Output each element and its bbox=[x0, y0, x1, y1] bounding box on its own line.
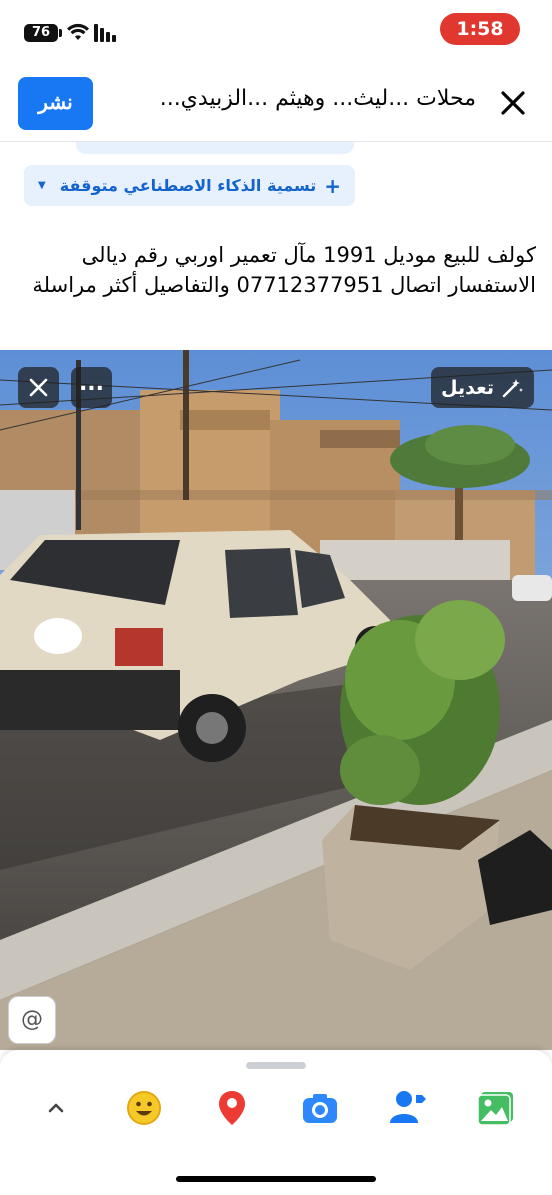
close-icon bbox=[29, 378, 48, 397]
mention-icon[interactable]: @ bbox=[8, 996, 56, 1044]
composer-header: نشر محلات ...ليث... وهيثم ...الزبيدي... bbox=[0, 62, 552, 142]
emoji-icon[interactable] bbox=[124, 1088, 164, 1128]
photo-image bbox=[0, 350, 552, 1050]
signal-icon bbox=[94, 24, 116, 42]
ai-chip-label: تسمية الذكاء الاصطناعي متوقفة bbox=[59, 176, 317, 195]
edit-photo-button[interactable]: تعديل bbox=[431, 367, 534, 408]
post-text[interactable]: كولف للبيع موديل 1991 مآل تعمير اوربي رق… bbox=[26, 240, 536, 300]
attached-photo[interactable]: ... تعديل @ bbox=[0, 350, 552, 1050]
battery-level: 76 bbox=[31, 25, 51, 40]
partial-chip bbox=[76, 142, 354, 154]
ai-label-chip[interactable]: + تسمية الذكاء الاصطناعي متوقفة ▼ bbox=[24, 165, 355, 206]
close-icon[interactable] bbox=[498, 88, 528, 118]
dropdown-triangle-icon: ▼ bbox=[38, 180, 46, 191]
camera-icon[interactable] bbox=[300, 1088, 340, 1128]
more-options-button[interactable]: ... bbox=[71, 367, 112, 408]
remove-photo-button[interactable] bbox=[18, 367, 59, 408]
tag-people-icon[interactable] bbox=[388, 1088, 428, 1128]
drag-handle[interactable] bbox=[246, 1062, 306, 1069]
edit-label: تعديل bbox=[441, 376, 494, 399]
wifi-icon bbox=[67, 23, 89, 40]
status-bar: 76 1:58 bbox=[0, 0, 552, 62]
home-indicator bbox=[176, 1176, 376, 1182]
chevron-up-icon[interactable] bbox=[36, 1088, 76, 1128]
battery-tip bbox=[59, 29, 62, 37]
composer-toolbar bbox=[0, 1050, 552, 1195]
page-title: محلات ...ليث... وهيثم ...الزبيدي... bbox=[159, 86, 476, 111]
location-pin-icon[interactable] bbox=[212, 1088, 252, 1128]
battery-icon: 76 bbox=[24, 24, 58, 42]
publish-button[interactable]: نشر bbox=[18, 77, 93, 130]
time-pill: 1:58 bbox=[440, 13, 520, 45]
plus-icon: + bbox=[324, 173, 341, 198]
magic-wand-icon bbox=[502, 378, 523, 397]
photo-gallery-icon[interactable] bbox=[476, 1088, 516, 1128]
